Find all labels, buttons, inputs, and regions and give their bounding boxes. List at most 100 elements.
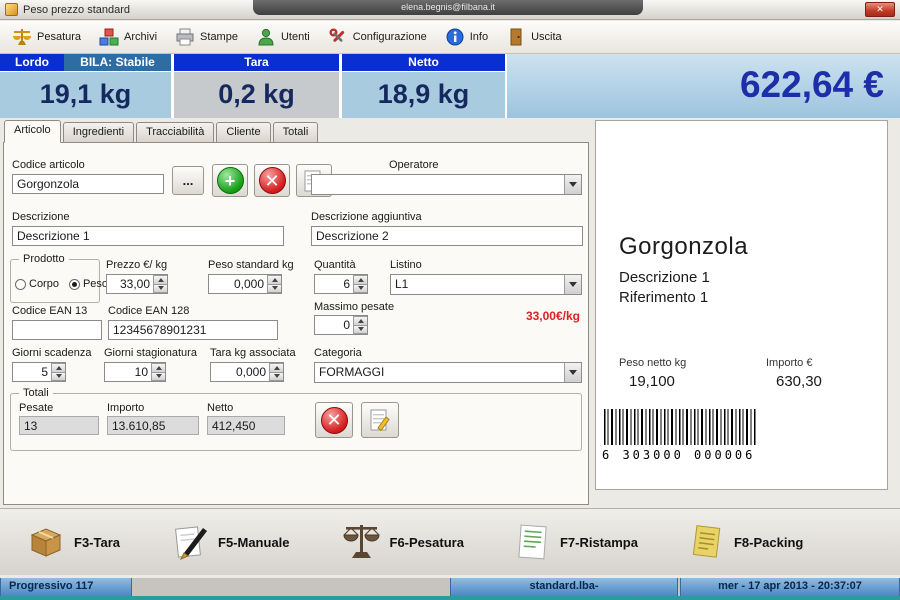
toolbar-configurazione[interactable]: Configurazione (328, 27, 427, 47)
f3-tara-button[interactable]: F3-Tara (26, 523, 120, 561)
chevron-down-icon (564, 275, 581, 294)
radio-selected-icon (69, 279, 80, 290)
tools-icon (328, 27, 348, 47)
spinner-down-button[interactable] (151, 373, 165, 382)
quantita-value: 6 (315, 275, 353, 293)
toolbar-info[interactable]: Info (445, 27, 488, 47)
toolbar-utenti[interactable]: Utenti (256, 27, 310, 47)
tab-cliente[interactable]: Cliente (216, 122, 270, 143)
categoria-value: FORMAGGI (315, 363, 564, 382)
scale-icon (12, 27, 32, 47)
f8-packing-button[interactable]: F8-Packing (688, 523, 803, 561)
toolbar-archivi[interactable]: Archivi (99, 27, 157, 47)
spinner-down-button[interactable] (269, 373, 283, 382)
spinner-up-button[interactable] (267, 275, 281, 285)
tara-associata-value: 0,000 (211, 363, 269, 381)
tara-associata-stepper[interactable]: 0,000 (210, 362, 284, 382)
spinner-up-button[interactable] (51, 363, 65, 373)
remote-session-bar: elena.begnis@filbana.it (253, 0, 643, 15)
tab-totali[interactable]: Totali (273, 122, 319, 143)
f5-manuale-button[interactable]: F5-Manuale (170, 523, 290, 561)
radio-peso-label: Peso (83, 278, 108, 290)
reset-totals-button[interactable]: ✕ (315, 402, 353, 438)
info-icon (445, 27, 465, 47)
spinner-down-button[interactable] (353, 285, 367, 294)
scale-status: BILA: Stabile (64, 54, 171, 71)
ean13-input[interactable] (12, 320, 102, 340)
spinner-up-button[interactable] (153, 275, 167, 285)
tab-tracciabilita[interactable]: Tracciabilità (136, 122, 214, 143)
toolbar-label: Utenti (281, 31, 310, 43)
preview-description: Descrizione 1 (619, 269, 710, 286)
codice-articolo-input[interactable]: Gorgonzola (12, 174, 164, 194)
spinner-down-button[interactable] (153, 285, 167, 294)
operatore-label: Operatore (389, 159, 439, 171)
peso-standard-stepper[interactable]: 0,000 (208, 274, 282, 294)
lordo-value: 19,1 kg (0, 72, 171, 118)
descrizione-aggiuntiva-input[interactable]: Descrizione 2 (311, 226, 583, 246)
radio-peso[interactable]: Peso (69, 278, 108, 290)
pesate-value: 13 (19, 416, 99, 435)
barcode (604, 409, 756, 445)
clear-article-button[interactable]: ✕ (254, 164, 290, 197)
balance-scale-icon (340, 522, 382, 562)
printer-icon (175, 27, 195, 47)
pen-icon (170, 523, 210, 561)
tab-articolo[interactable]: Articolo (4, 120, 61, 143)
browse-button[interactable]: ... (172, 166, 204, 195)
toolbar-label: Stampe (200, 31, 238, 43)
giorni-stagionatura-label: Giorni stagionatura (104, 347, 197, 359)
toolbar-label: Info (470, 31, 488, 43)
importo-label: Importo (107, 402, 144, 414)
delete-icon: ✕ (259, 167, 286, 194)
radio-corpo-label: Corpo (29, 278, 59, 290)
preview-importo-label: Importo € (766, 357, 812, 369)
spinner-down-button[interactable] (51, 373, 65, 382)
note-pencil-icon (369, 408, 391, 432)
listino-value: L1 (391, 275, 564, 294)
f6-pesatura-button[interactable]: F6-Pesatura (340, 522, 464, 562)
add-article-button[interactable]: + (212, 164, 248, 197)
categoria-select[interactable]: FORMAGGI (314, 362, 582, 383)
f7-label: F7-Ristampa (560, 535, 638, 550)
spinner-up-button[interactable] (353, 275, 367, 285)
toolbar-stampe[interactable]: Stampe (175, 27, 238, 47)
giorni-stagionatura-stepper[interactable]: 10 (104, 362, 166, 382)
listino-select[interactable]: L1 (390, 274, 582, 295)
status-file-name: standard.lba- (450, 578, 678, 596)
tara-associata-label: Tara kg associata (210, 347, 296, 359)
f7-ristampa-button[interactable]: F7-Ristampa (514, 523, 638, 561)
categoria-label: Categoria (314, 347, 362, 359)
users-icon (256, 27, 276, 47)
packing-pad-icon (688, 523, 726, 561)
status-bar: Progressivo 117 standard.lba- mer - 17 a… (0, 578, 900, 596)
descrizione-label: Descrizione (12, 211, 69, 223)
netto-header: Netto (342, 54, 505, 71)
window-title: Peso prezzo standard (23, 4, 130, 16)
close-button[interactable]: ✕ (865, 2, 895, 17)
print-totals-button[interactable] (361, 402, 399, 438)
archive-icon (99, 27, 119, 47)
spinner-up-button[interactable] (269, 363, 283, 373)
radio-corpo[interactable]: Corpo (15, 278, 59, 290)
giorni-scadenza-stepper[interactable]: 5 (12, 362, 66, 382)
quantita-label: Quantità (314, 259, 356, 271)
prezzo-stepper[interactable]: 33,00 (106, 274, 168, 294)
toolbar-pesatura[interactable]: Pesatura (12, 27, 81, 47)
quantita-stepper[interactable]: 6 (314, 274, 368, 294)
preview-product-name: Gorgonzola (619, 233, 748, 261)
operatore-select[interactable] (311, 174, 582, 195)
spinner-up-button[interactable] (353, 316, 367, 326)
descrizione-input[interactable]: Descrizione 1 (12, 226, 284, 246)
massimo-pesate-stepper[interactable]: 0 (314, 315, 368, 335)
prezzo-value: 33,00 (107, 275, 153, 293)
main-toolbar: Pesatura Archivi Stampe Utenti (0, 21, 900, 54)
ean128-input[interactable]: 12345678901231 (108, 320, 278, 340)
spinner-down-button[interactable] (267, 285, 281, 294)
spinner-down-button[interactable] (353, 326, 367, 335)
bottom-edge (0, 596, 900, 600)
toolbar-uscita[interactable]: Uscita (506, 27, 562, 47)
spinner-up-button[interactable] (151, 363, 165, 373)
tab-ingredienti[interactable]: Ingredienti (63, 122, 134, 143)
chevron-down-icon (564, 175, 581, 194)
